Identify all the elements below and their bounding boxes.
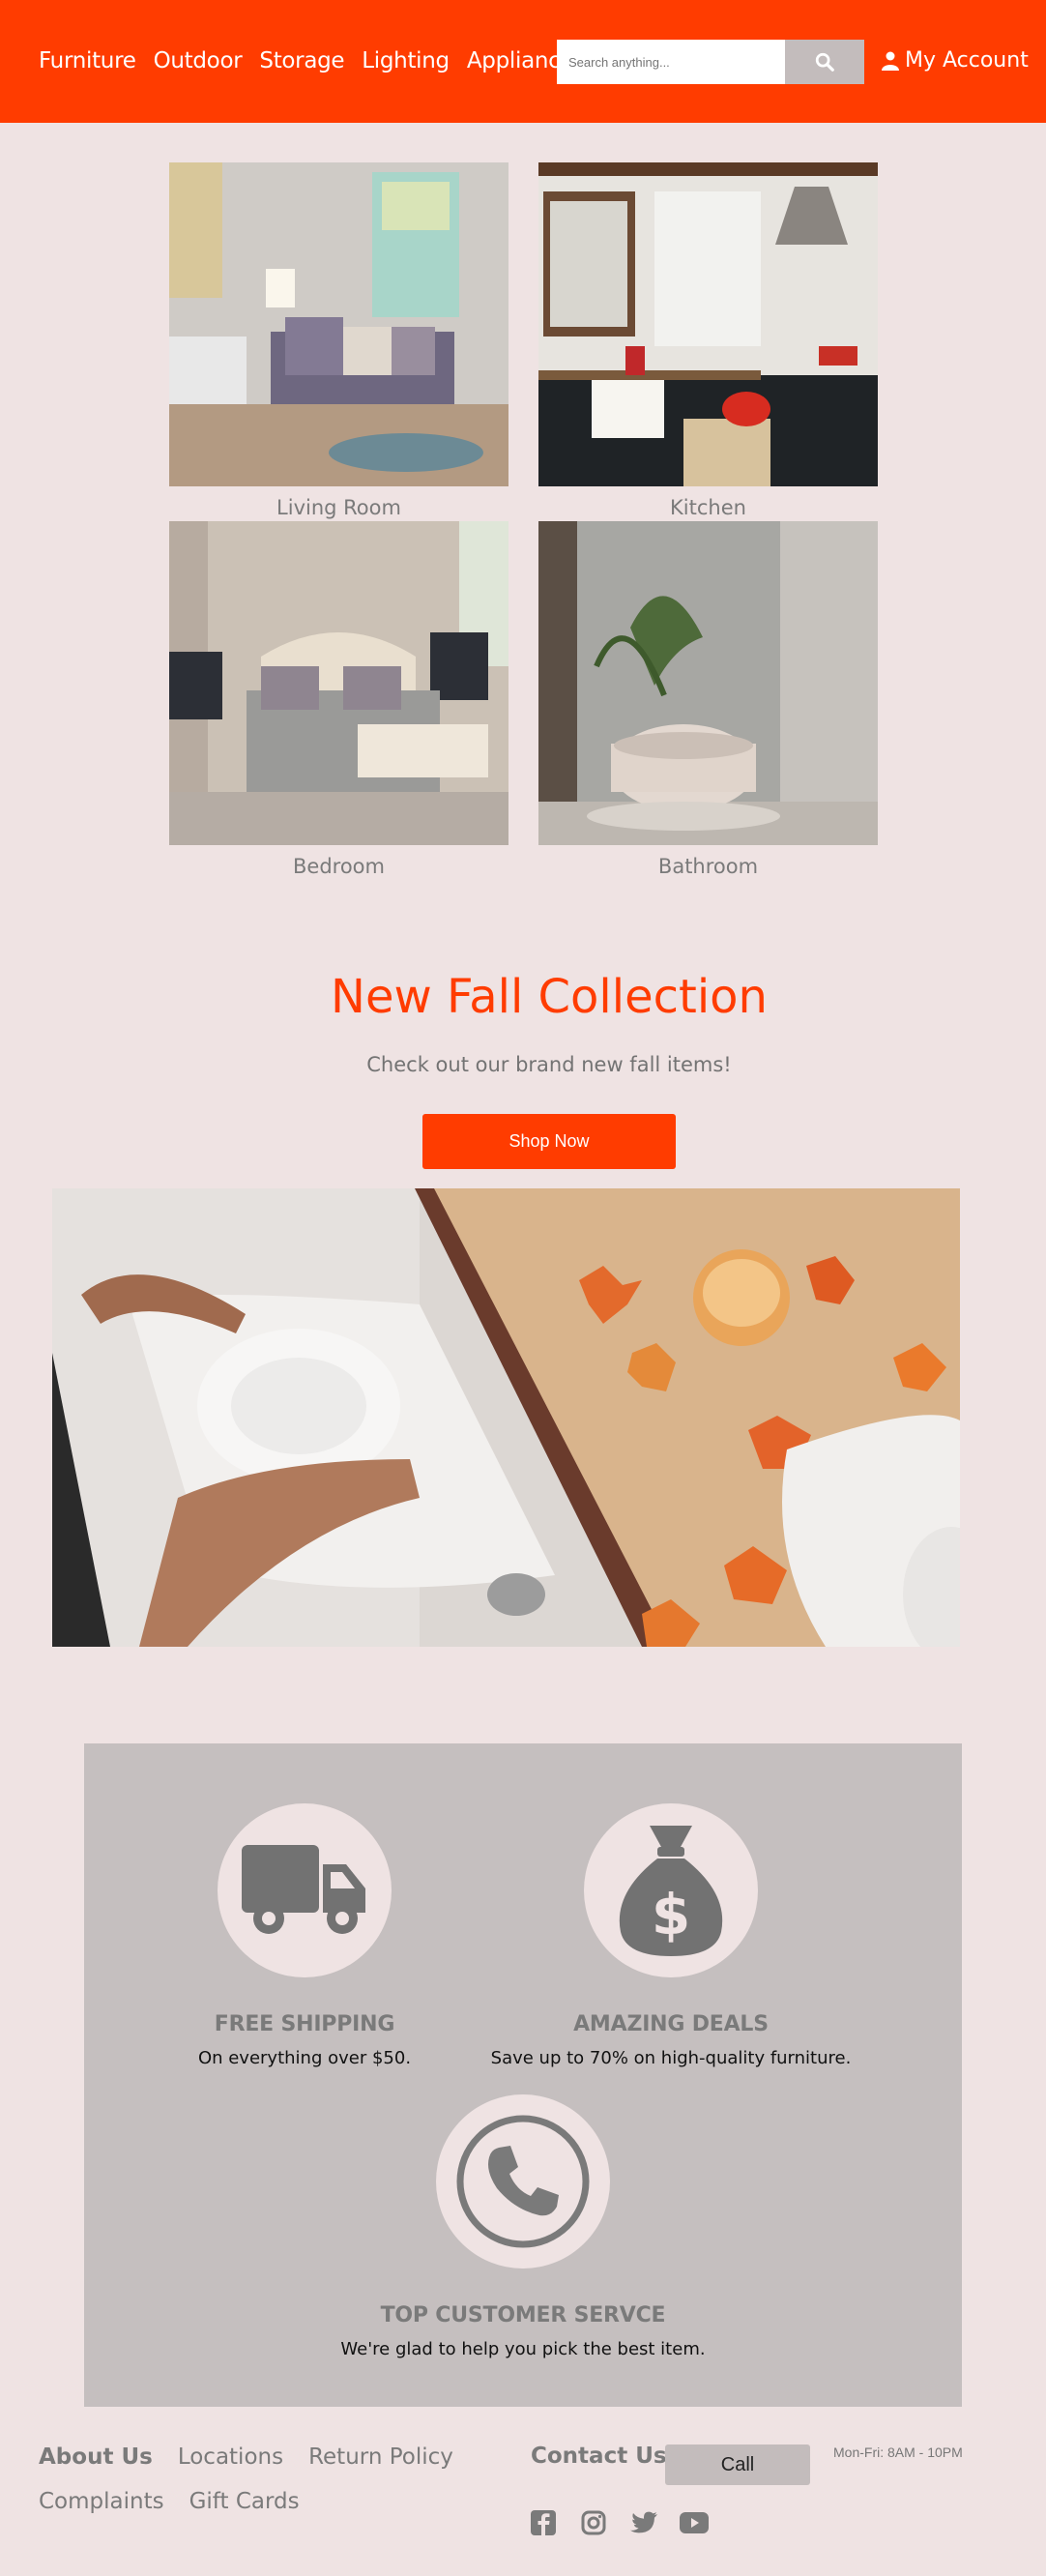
- fall-collection-banner: [52, 1188, 960, 1647]
- footer-link-about-us[interactable]: About Us: [39, 2442, 153, 2473]
- user-icon: [882, 51, 899, 71]
- feature-free-shipping: FREE SHIPPING On everything over $50.: [102, 1803, 508, 2068]
- search-icon: [815, 52, 834, 72]
- search-input[interactable]: [557, 40, 785, 84]
- room-card-living-room[interactable]: Living Room: [169, 162, 508, 518]
- room-label: Kitchen: [670, 496, 746, 519]
- main-nav: Furniture Outdoor Storage Lighting Appli…: [39, 48, 585, 73]
- collection-subtitle: Check out our brand new fall items!: [366, 1053, 732, 1076]
- feature-amazing-deals: $ AMAZING DEALS Save up to 70% on high-q…: [468, 1803, 874, 2068]
- footer-links: About Us Locations Return Policy Complai…: [39, 2442, 493, 2517]
- social-links: [529, 2508, 709, 2537]
- youtube-icon[interactable]: [680, 2508, 709, 2537]
- feature-text: We're glad to help you pick the best ite…: [340, 2339, 706, 2359]
- money-bag-icon: $: [619, 1825, 723, 1956]
- feature-icon-circle: [436, 2094, 610, 2269]
- feature-title: TOP CUSTOMER SERVCE: [380, 2303, 666, 2327]
- search-button[interactable]: [785, 40, 864, 84]
- contact-us-label: Contact Us: [531, 2444, 667, 2469]
- my-account-link[interactable]: My Account: [882, 48, 1029, 73]
- feature-icon-circle: [218, 1803, 392, 1977]
- truck-icon: [242, 1844, 365, 1934]
- nav-storage[interactable]: Storage: [259, 48, 344, 73]
- nav-lighting[interactable]: Lighting: [362, 48, 450, 73]
- nav-furniture[interactable]: Furniture: [39, 48, 136, 73]
- phone-icon: [456, 2115, 590, 2248]
- feature-icon-circle: $: [584, 1803, 758, 1977]
- kitchen-image: [538, 162, 878, 486]
- footer-link-gift-cards[interactable]: Gift Cards: [189, 2486, 300, 2517]
- features-panel: FREE SHIPPING On everything over $50. $ …: [84, 1743, 962, 2407]
- room-label: Living Room: [276, 496, 401, 519]
- account-label: My Account: [905, 48, 1029, 73]
- twitter-icon[interactable]: [629, 2508, 658, 2537]
- feature-title: FREE SHIPPING: [214, 2012, 395, 2036]
- bedroom-image: [169, 521, 508, 845]
- footer-link-complaints[interactable]: Complaints: [39, 2486, 164, 2517]
- top-navbar: Furniture Outdoor Storage Lighting Appli…: [0, 0, 1046, 123]
- shop-now-button[interactable]: Shop Now: [422, 1114, 676, 1169]
- collection-title: New Fall Collection: [331, 970, 768, 1024]
- room-card-bedroom[interactable]: Bedroom: [169, 521, 508, 877]
- instagram-icon[interactable]: [579, 2508, 608, 2537]
- footer-link-locations[interactable]: Locations: [178, 2442, 283, 2473]
- feature-text: Save up to 70% on high-quality furniture…: [490, 2048, 852, 2068]
- living-room-image: [169, 162, 508, 486]
- nav-outdoor[interactable]: Outdoor: [154, 48, 243, 73]
- feature-customer-service: TOP CUSTOMER SERVCE We're glad to help y…: [320, 2094, 726, 2359]
- room-card-kitchen[interactable]: Kitchen: [538, 162, 878, 518]
- bathroom-image: [538, 521, 878, 845]
- room-card-bathroom[interactable]: Bathroom: [538, 521, 878, 877]
- footer-link-return-policy[interactable]: Return Policy: [308, 2442, 453, 2473]
- facebook-icon[interactable]: [529, 2508, 558, 2537]
- search-bar: [557, 40, 864, 84]
- call-button[interactable]: Call: [665, 2444, 810, 2485]
- room-label: Bathroom: [657, 855, 759, 878]
- feature-title: AMAZING DEALS: [573, 2012, 769, 2036]
- room-label: Bedroom: [293, 855, 385, 878]
- feature-text: On everything over $50.: [197, 2048, 412, 2068]
- business-hours: Mon-Fri: 8AM - 10PM: [833, 2444, 963, 2460]
- svg-text:$: $: [652, 1882, 690, 1947]
